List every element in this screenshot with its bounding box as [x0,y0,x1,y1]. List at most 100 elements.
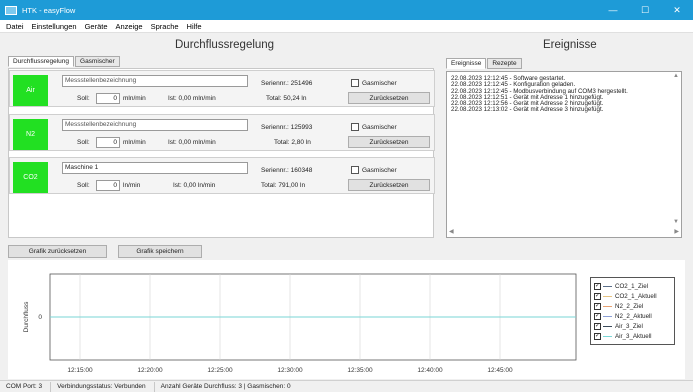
serial-number: Seriennr.: 125993 [261,124,313,131]
soll-input[interactable]: 0 [96,137,120,148]
ist-value: Ist: 0,00 ln/min [173,182,216,189]
soll-unit: mln/min [123,95,146,102]
reset-button[interactable]: Zurücksetzen [348,136,430,148]
menu-bar: Datei Einstellungen Geräte Anzeige Sprac… [0,20,693,33]
legend-swatch [603,305,612,307]
menu-datei[interactable]: Datei [6,22,24,31]
legend-item-air-ziel[interactable]: ✓ Air_3_Ziel [594,322,643,330]
soll-unit: mln/min [123,139,146,146]
x-tick-label: 12:15:00 [67,367,93,374]
reset-button[interactable]: Zurücksetzen [348,92,430,104]
x-tick-label: 12:40:00 [417,367,443,374]
tab-ereignisse[interactable]: Ereignisse [446,58,487,69]
gasmischer-label: Gasmischer [362,80,397,87]
legend-swatch [603,325,612,327]
status-connection: Verbindungsstatus: Verbunden [51,381,155,392]
app-icon [5,5,17,15]
gasmischer-checkbox[interactable] [351,123,359,131]
ist-value: Ist: 0,00 mln/min [168,95,216,102]
soll-label: Soll: [77,95,90,102]
menu-sprache[interactable]: Sprache [151,22,179,31]
events-log[interactable]: 22.08.2023 12:12:45 - Software gestartet… [446,71,682,238]
graph-save-button[interactable]: Grafik speichern [118,245,202,258]
reset-button[interactable]: Zurücksetzen [348,179,430,191]
device-row-n2: N2 Messstellenbezeichnung Soll: 0 mln/mi… [9,114,435,151]
y-axis-label: Durchfluss [23,301,30,332]
flow-chart-svg: 12:15:00 12:20:00 12:25:00 12:30:00 12:35:00… [23,273,577,374]
scroll-left-icon[interactable]: ◀ [449,228,454,235]
event-line: 22.08.2023 12:13:02 - Gerät mit Adresse … [451,106,604,114]
graph-reset-button[interactable]: Grafik zurücksetzen [8,245,107,258]
close-button[interactable]: ✕ [661,0,693,20]
minimize-button[interactable]: — [597,0,629,20]
gasmischer-checkbox[interactable] [351,166,359,174]
x-tick-label: 12:30:00 [277,367,303,374]
device-status-n2: N2 [13,119,48,150]
tab-gasmischer[interactable]: Gasmischer [75,56,120,67]
events-section-title: Ereignisse [543,39,597,51]
legend-swatch [603,315,612,317]
x-tick-label: 12:45:00 [487,367,513,374]
device-row-co2: CO2 Maschine 1 Soll: 0 ln/min Ist: 0,00 … [9,157,435,194]
status-com-port: COM Port: 3 [0,381,52,392]
legend-checkbox[interactable]: ✓ [594,332,601,340]
total-value: Total: 2,80 ln [274,139,311,146]
legend-checkbox[interactable]: ✓ [594,302,601,310]
menu-hilfe[interactable]: Hilfe [187,22,202,31]
scroll-right-icon[interactable]: ▶ [674,228,679,235]
legend-label: CO2_1_Ziel [615,282,649,290]
legend-item-air-aktuell[interactable]: ✓ Air_3_Aktuell [594,332,651,340]
flow-section-title: Durchflussregelung [175,39,275,51]
tab-rezepte[interactable]: Rezepte [487,58,522,69]
x-tick-label: 12:25:00 [207,367,233,374]
menu-geraete[interactable]: Geräte [85,22,108,31]
scroll-down-icon[interactable]: ▼ [673,219,679,225]
legend-item-co2-aktuell[interactable]: ✓ CO2_1_Aktuell [594,292,657,300]
window-title: HTK - easyFlow [22,5,76,15]
legend-label: N2_2_Ziel [615,302,644,310]
device-status-co2: CO2 [13,162,48,193]
status-device-count: Anzahl Geräte Durchfluss: 3 | Gasmischen… [160,382,291,390]
legend-swatch [603,335,612,337]
legend-label: CO2_1_Aktuell [615,292,657,300]
legend-item-n2-ziel[interactable]: ✓ N2_2_Ziel [594,302,643,310]
ist-value: Ist: 0,00 mln/min [168,139,216,146]
measuring-point-input[interactable]: Messstellenbezeichnung [62,119,248,131]
device-status-air: Air [13,75,48,106]
gasmischer-checkbox[interactable] [351,79,359,87]
title-bar: HTK - easyFlow — ☐ ✕ [0,0,693,20]
measuring-point-input[interactable]: Messstellenbezeichnung [62,75,248,87]
serial-number: Seriennr.: 251496 [261,80,313,87]
maximize-button[interactable]: ☐ [629,0,661,20]
gasmischer-label: Gasmischer [362,167,397,174]
legend-checkbox[interactable]: ✓ [594,292,601,300]
legend-label: Air_3_Ziel [615,322,643,330]
legend-checkbox[interactable]: ✓ [594,312,601,320]
menu-einstellungen[interactable]: Einstellungen [32,22,77,31]
soll-input[interactable]: 0 [96,93,120,104]
tab-durchflussregelung[interactable]: Durchflussregelung [8,56,75,67]
legend-checkbox[interactable]: ✓ [594,322,601,330]
soll-unit: ln/min [123,182,141,189]
measuring-point-input[interactable]: Maschine 1 [62,162,248,174]
serial-number: Seriennr.: 160348 [261,167,313,174]
legend-item-co2-ziel[interactable]: ✓ CO2_1_Ziel [594,282,648,290]
total-value: Total: 791,00 ln [261,182,306,189]
menu-anzeige[interactable]: Anzeige [116,22,143,31]
x-tick-label: 12:20:00 [137,367,163,374]
legend-label: N2_2_Aktuell [615,312,652,320]
legend-label: Air_3_Aktuell [615,332,652,340]
y-tick-label: 0 [38,314,42,321]
status-bar: COM Port: 3 Verbindungsstatus: Verbunden… [0,380,693,392]
flow-chart: 12:15:00 12:20:00 12:25:00 12:30:00 12:35:00… [8,260,685,379]
total-value: Total: 50,24 ln [266,95,307,102]
soll-label: Soll: [77,182,90,189]
chart-legend: ✓ CO2_1_Ziel ✓ CO2_1_Aktuell ✓ N2_2_Ziel ✓ N… [590,277,675,345]
scroll-up-icon[interactable]: ▲ [673,73,679,79]
x-tick-label: 12:35:00 [347,367,373,374]
device-row-air: Air Messstellenbezeichnung Soll: 0 mln/m… [9,70,435,107]
soll-input[interactable]: 0 [96,180,120,191]
legend-item-n2-aktuell[interactable]: ✓ N2_2_Aktuell [594,312,652,320]
legend-checkbox[interactable]: ✓ [594,282,601,290]
legend-swatch [603,285,612,287]
